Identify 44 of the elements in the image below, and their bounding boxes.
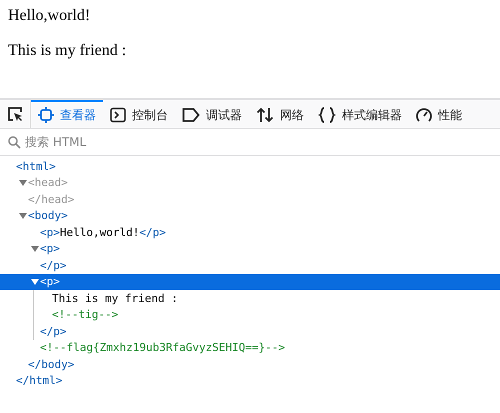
devtools-tab[interactable]: 调试器 xyxy=(175,100,249,128)
element-line-text: <p>Hello,world!</p> xyxy=(40,226,166,239)
comment-text: <!--flag{Zmxhz19ub3RfaGvyzSEHIQ==}--> xyxy=(40,341,286,354)
devtools-tab[interactable]: 样式编辑器 xyxy=(311,100,409,128)
braces-icon xyxy=(318,107,336,123)
debugger-tag-icon xyxy=(182,107,200,123)
tag-text: </html> xyxy=(16,374,62,388)
tag-text: </head> xyxy=(28,192,74,206)
markup-row[interactable]: </html> xyxy=(0,372,500,389)
devtools-tab[interactable]: 网络 xyxy=(249,100,311,128)
tag-text: <p> xyxy=(40,275,60,288)
markup-row[interactable]: <html> xyxy=(0,158,500,174)
devtools-tab[interactable]: 查看器 xyxy=(31,100,103,128)
tag-text: <head> xyxy=(28,176,68,190)
expand-triangle-icon[interactable] xyxy=(18,178,28,187)
markup-row[interactable]: <body> xyxy=(0,208,500,224)
inspector-icon xyxy=(38,107,54,123)
expand-triangle-icon[interactable] xyxy=(18,212,28,220)
devtools-tab[interactable]: 控制台 xyxy=(103,100,175,128)
search-icon xyxy=(8,136,21,148)
console-icon xyxy=(110,107,126,123)
page-paragraph: This is my friend : xyxy=(8,41,128,60)
tag-text: </p> xyxy=(40,258,66,272)
search-html-field[interactable]: 搜索 HTML xyxy=(25,135,492,149)
tag-text: </body> xyxy=(28,358,74,371)
tag-text: <body> xyxy=(28,209,68,222)
tag-text: <html> xyxy=(16,160,56,173)
comment-text: <!--tig--> xyxy=(52,308,118,322)
gauge-icon xyxy=(416,107,432,123)
picker-cursor-icon xyxy=(6,105,24,123)
tag-text: <p> xyxy=(40,242,60,256)
text-content: This is my friend : xyxy=(52,292,178,305)
page-paragraph: Hello,world! xyxy=(8,6,92,25)
markup-row[interactable]: </body> xyxy=(0,356,500,372)
markup-row[interactable]: </p> xyxy=(0,257,500,274)
markup-row[interactable]: <p>Hello,world!</p> xyxy=(0,224,500,240)
expand-triangle-icon[interactable] xyxy=(30,244,40,253)
markup-row[interactable]: <p> xyxy=(0,240,500,257)
expand-triangle-icon[interactable] xyxy=(30,278,40,286)
markup-row[interactable]: <p> xyxy=(0,274,500,290)
tag-text: </p> xyxy=(40,324,66,338)
markup-row[interactable]: <!--flag{Zmxhz19ub3RfaGvyzSEHIQ==}--> xyxy=(0,340,500,356)
up-down-arrows-icon xyxy=(256,107,274,123)
devtools-tab[interactable]: 性能 xyxy=(409,100,469,128)
